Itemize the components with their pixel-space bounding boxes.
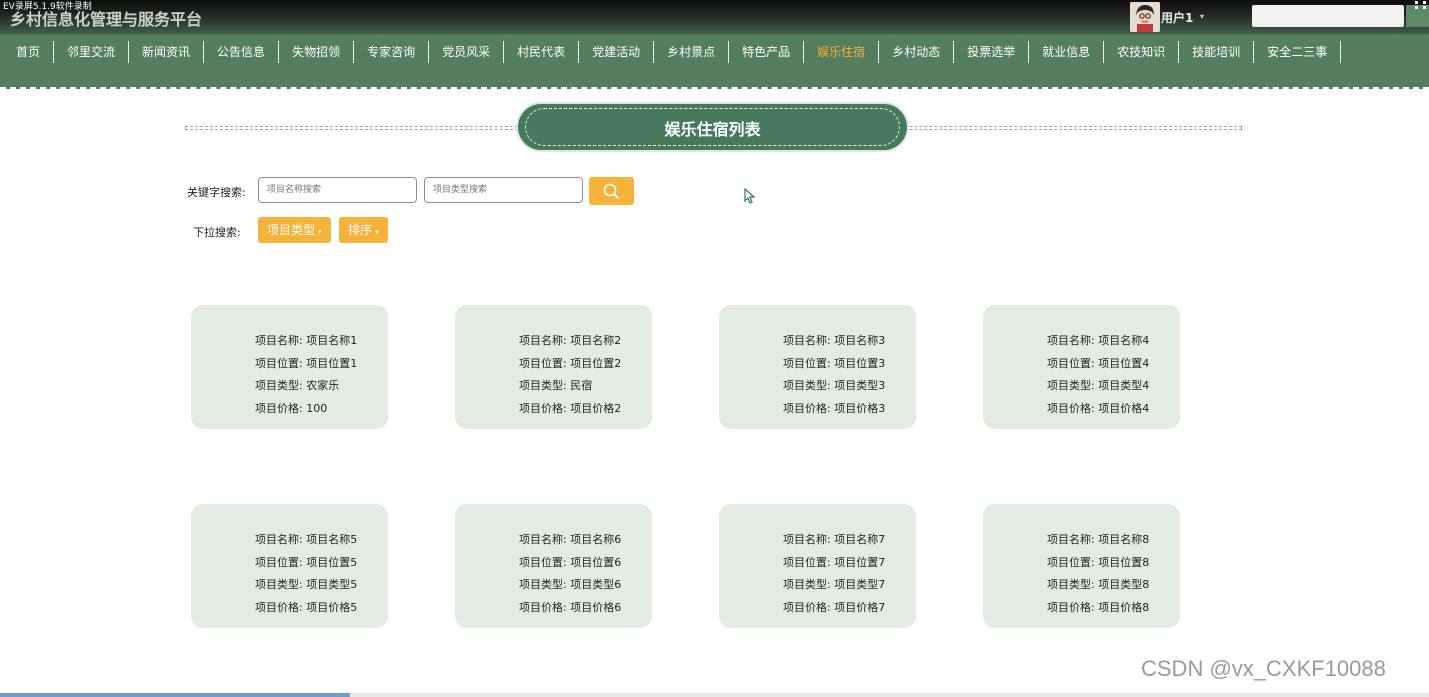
project-name: 项目名称: 项目名称5 xyxy=(255,533,358,546)
project-type: 项目类型: 民宿 xyxy=(519,379,593,392)
top-search-input[interactable] xyxy=(1252,5,1404,27)
project-type: 项目类型: 项目类型6 xyxy=(519,578,622,591)
project-type: 项目类型: 项目类型8 xyxy=(1047,578,1150,591)
nav-item[interactable]: 失物招领 xyxy=(279,41,355,63)
project-card[interactable]: 项目名称: 项目名称6 项目位置: 项目位置6 项目类型: 项目类型6 项目价格: 项… xyxy=(455,504,652,628)
project-name: 项目名称: 项目名称6 xyxy=(519,533,622,546)
project-location: 项目位置: 项目位置1 xyxy=(255,356,358,370)
project-name: 项目名称: 项目名称8 xyxy=(1047,533,1150,546)
watermark: CSDN @vx_CXKF10088 xyxy=(1141,656,1386,681)
project-card[interactable]: 项目名称: 项目名称7 项目位置: 项目位置7 项目类型: 项目类型7 项目价格: 项… xyxy=(719,504,916,628)
nav-item[interactable]: 乡村景点 xyxy=(654,41,730,63)
project-type: 项目类型: 项目类型4 xyxy=(1047,379,1150,392)
project-name-search-input[interactable] xyxy=(258,177,417,203)
user-name[interactable]: 用户1 xyxy=(1161,9,1193,26)
playback-progress-bar[interactable] xyxy=(0,693,1429,697)
chevron-down-icon: ▾ xyxy=(318,228,322,236)
project-type: 项目类型: 项目类型7 xyxy=(783,578,886,591)
project-price: 项目价格: 项目价格7 xyxy=(783,600,886,614)
nav-item[interactable]: 技能培训 xyxy=(1179,41,1255,63)
project-type: 项目类型: 农家乐 xyxy=(255,379,340,392)
nav-item[interactable]: 党建活动 xyxy=(579,41,655,63)
project-type: 项目类型: 项目类型5 xyxy=(255,578,358,591)
project-name: 项目名称: 项目名称4 xyxy=(1047,334,1150,347)
nav-item[interactable]: 投票选举 xyxy=(954,41,1030,63)
keyword-search-label: 关键字搜索: xyxy=(187,186,246,199)
project-type-dropdown[interactable]: 项目类型 ▾ xyxy=(258,217,331,243)
project-name: 项目名称: 项目名称1 xyxy=(255,334,358,347)
nav-item[interactable]: 安全二三事 xyxy=(1254,41,1342,63)
nav-item[interactable]: 特色产品 xyxy=(729,41,805,63)
project-location: 项目位置: 项目位置3 xyxy=(783,356,886,370)
project-name: 项目名称: 项目名称2 xyxy=(519,334,622,347)
site-title: 乡村信息化管理与服务平台 xyxy=(10,10,203,29)
project-price: 项目价格: 项目价格5 xyxy=(255,600,358,614)
fullscreen-icon[interactable] xyxy=(1414,0,1428,13)
project-name: 项目名称: 项目名称3 xyxy=(783,334,886,347)
project-price: 项目价格: 项目价格4 xyxy=(1047,401,1150,415)
search-button[interactable] xyxy=(589,177,634,205)
search-icon xyxy=(603,183,619,199)
nav-item[interactable]: 新闻资讯 xyxy=(129,41,205,63)
project-card[interactable]: 项目名称: 项目名称4 项目位置: 项目位置4 项目类型: 项目类型4 项目价格: 项… xyxy=(983,305,1180,429)
nav-item[interactable]: 乡村动态 xyxy=(879,41,955,63)
chevron-down-icon: ▾ xyxy=(375,228,379,236)
project-location: 项目位置: 项目位置5 xyxy=(255,555,358,569)
project-price: 项目价格: 项目价格8 xyxy=(1047,600,1150,614)
nav-item[interactable]: 专家咨询 xyxy=(354,41,430,63)
page-title: 娱乐住宿列表 xyxy=(664,120,761,139)
playback-progress-fill xyxy=(0,693,351,697)
sort-dropdown[interactable]: 排序 ▾ xyxy=(339,217,388,243)
project-card[interactable]: 项目名称: 项目名称1 项目位置: 项目位置1 项目类型: 农家乐 项目价格: 100 xyxy=(191,305,388,429)
dropdown-search-label: 下拉搜索: xyxy=(193,226,241,239)
nav-item[interactable]: 村民代表 xyxy=(504,41,580,63)
user-menu-caret-icon[interactable]: ▾ xyxy=(1200,12,1204,21)
project-name: 项目名称: 项目名称7 xyxy=(783,533,886,546)
project-price: 项目价格: 项目价格2 xyxy=(519,401,622,415)
project-location: 项目位置: 项目位置2 xyxy=(519,356,622,370)
main-nav: 首页 邻里交流 新闻资讯 公告信息 失物招领 专家咨询 党员风采 村民代表 党建活动 乡村景点 特色… xyxy=(0,41,1342,63)
project-type-search-input[interactable] xyxy=(424,177,583,203)
mouse-cursor-icon xyxy=(744,188,756,204)
project-location: 项目位置: 项目位置7 xyxy=(783,555,886,569)
project-type-dropdown-label: 项目类型 xyxy=(267,223,316,237)
nav-item[interactable]: 农技知识 xyxy=(1104,41,1180,63)
project-price: 项目价格: 项目价格3 xyxy=(783,401,886,415)
project-card[interactable]: 项目名称: 项目名称2 项目位置: 项目位置2 项目类型: 民宿项目价格: 项目价格… xyxy=(455,305,652,429)
main-nav-bar: 首页 邻里交流 新闻资讯 公告信息 失物招领 专家咨询 党员风采 村民代表 党建活动 乡村景点 特色… xyxy=(0,34,1429,89)
project-price: 项目价格: 项目价格6 xyxy=(519,600,622,614)
project-location: 项目位置: 项目位置4 xyxy=(1047,356,1150,370)
top-bar: EV录屏5.1.9软件录制 乡村信息化管理与服务平台 用户1 ▾ xyxy=(0,0,1429,34)
nav-item[interactable]: 邻里交流 xyxy=(54,41,130,63)
nav-item[interactable]: 娱乐住宿 xyxy=(804,41,880,63)
project-type: 项目类型: 项目类型3 xyxy=(783,379,886,392)
project-card[interactable]: 项目名称: 项目名称5 项目位置: 项目位置5 项目类型: 项目类型5 项目价格: 项… xyxy=(191,504,388,628)
nav-item[interactable]: 公告信息 xyxy=(204,41,280,63)
avatar[interactable] xyxy=(1130,2,1160,32)
nav-item[interactable]: 首页 xyxy=(0,41,55,63)
project-location: 项目位置: 项目位置6 xyxy=(519,555,622,569)
title-banner: 娱乐住宿列表 xyxy=(518,104,907,150)
project-location: 项目位置: 项目位置8 xyxy=(1047,555,1150,569)
project-card[interactable]: 项目名称: 项目名称8 项目位置: 项目位置8 项目类型: 项目类型8 项目价格: 项… xyxy=(983,504,1180,628)
nav-item[interactable]: 党员风采 xyxy=(429,41,505,63)
project-card[interactable]: 项目名称: 项目名称3 项目位置: 项目位置3 项目类型: 项目类型3 项目价格: 项… xyxy=(719,305,916,429)
nav-item[interactable]: 就业信息 xyxy=(1029,41,1105,63)
project-price: 项目价格: 100 xyxy=(255,401,328,415)
sort-dropdown-label: 排序 xyxy=(348,223,373,237)
